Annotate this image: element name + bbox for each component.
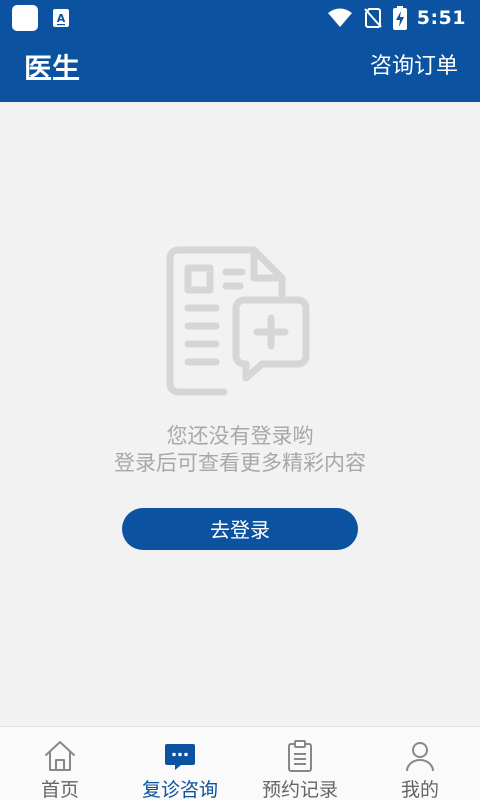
status-bar: A 5:51	[0, 0, 480, 36]
nav-item-home[interactable]: 首页	[0, 727, 120, 800]
bottom-nav: 首页 复诊咨询 预约记录 我的	[0, 726, 480, 800]
nav-item-consult[interactable]: 复诊咨询	[120, 727, 240, 800]
page-title: 医生	[24, 52, 81, 85]
clipboard-icon	[288, 740, 312, 772]
go-login-button[interactable]: 去登录	[122, 508, 358, 550]
svg-text:A: A	[57, 12, 66, 25]
nav-item-me[interactable]: 我的	[360, 727, 480, 800]
app-square-icon	[12, 5, 38, 31]
screen: A 5:51 医生 咨询订单 您还没有登录哟 登录后可查看更多精彩内容 去登录 …	[0, 0, 480, 800]
wifi-icon	[327, 8, 352, 27]
consult-orders-link[interactable]: 咨询订单	[370, 52, 458, 82]
chat-bubble-icon	[165, 744, 195, 770]
nav-label-home: 首页	[40, 779, 79, 800]
login-hint-message: 登录后可查看更多精彩内容	[114, 451, 366, 475]
nav-label-appointments: 预约记录	[261, 779, 338, 800]
status-left: A	[12, 5, 70, 31]
home-icon	[45, 741, 75, 771]
status-right: 5:51	[327, 0, 466, 36]
battery-charging-icon	[392, 6, 407, 30]
nav-label-consult: 复诊咨询	[141, 779, 218, 800]
status-time: 5:51	[416, 7, 466, 29]
nav-label-me: 我的	[400, 779, 439, 800]
user-icon	[406, 742, 434, 772]
app-header: 医生 咨询订单	[0, 36, 480, 102]
not-logged-in-message: 您还没有登录哟	[166, 424, 314, 448]
no-sim-icon	[363, 8, 382, 28]
document-medical-chat-icon	[166, 246, 310, 396]
nav-item-appointments[interactable]: 预约记录	[240, 727, 360, 800]
text-a-icon: A	[53, 9, 69, 27]
